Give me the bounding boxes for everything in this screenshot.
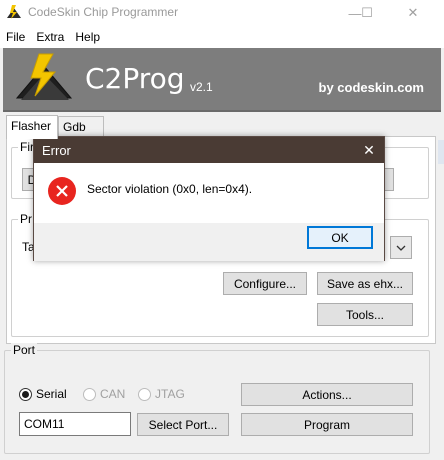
close-button[interactable]: ✕ — [398, 0, 428, 26]
banner-by-line: by codeskin.com — [318, 80, 424, 95]
dialog-footer: OK — [34, 223, 384, 261]
app-logo-icon — [7, 5, 21, 19]
dialog-close-button[interactable]: ✕ — [354, 137, 384, 163]
program-button[interactable]: Program — [241, 413, 413, 436]
radio-jtag-dot — [138, 387, 151, 401]
ok-button[interactable]: OK — [307, 226, 373, 249]
error-icon — [48, 177, 76, 205]
radio-serial-dot — [19, 387, 32, 401]
radio-jtag-label: JTAG — [155, 387, 185, 401]
banner-app-name: C2Prog — [85, 62, 185, 95]
c2prog-logo-icon — [15, 53, 73, 100]
radio-can[interactable]: CAN — [83, 387, 125, 401]
error-x-icon — [56, 185, 68, 197]
error-dialog: Error ✕ Sector violation (0x0, len=0x4).… — [33, 136, 385, 261]
programming-group-label: Pr — [18, 212, 34, 226]
actions-button[interactable]: Actions... — [241, 383, 413, 406]
close-icon: ✕ — [363, 141, 375, 158]
menu-extra[interactable]: Extra — [31, 30, 69, 44]
dialog-title-bar: Error ✕ — [34, 137, 384, 163]
app-banner: C2Prog v2.1 by codeskin.com — [3, 48, 441, 112]
tab-gdb[interactable]: Gdb — [58, 116, 104, 138]
menu-bar: File Extra Help — [0, 26, 444, 48]
window-title: CodeSkin Chip Programmer — [28, 5, 179, 19]
port-group-label: Port — [11, 343, 38, 357]
target-dropdown[interactable] — [390, 236, 412, 259]
menu-help[interactable]: Help — [70, 30, 105, 44]
radio-can-dot — [83, 387, 96, 401]
maximize-icon: ☐ — [361, 5, 373, 20]
maximize-button[interactable]: ☐ — [352, 0, 382, 26]
select-port-button[interactable]: Select Port... — [137, 413, 229, 436]
configure-button[interactable]: Configure... — [223, 272, 307, 295]
tab-flasher[interactable]: Flasher — [6, 115, 58, 139]
radio-serial-label: Serial — [36, 387, 67, 401]
com-port-field[interactable]: COM11 — [19, 412, 131, 436]
title-bar: CodeSkin Chip Programmer — ☐ ✕ — [0, 0, 444, 26]
save-ehx-button[interactable]: Save as ehx... — [317, 272, 413, 295]
banner-version: v2.1 — [190, 80, 213, 94]
radio-serial[interactable]: Serial — [19, 387, 67, 401]
dialog-body: Sector violation (0x0, len=0x4). — [34, 163, 384, 223]
port-group: Port Serial CAN JTAG Actions... COM11 Se… — [4, 343, 430, 454]
dialog-title: Error — [42, 143, 71, 158]
dialog-message: Sector violation (0x0, len=0x4). — [87, 182, 253, 196]
close-icon: ✕ — [407, 5, 419, 20]
chevron-down-icon — [396, 245, 406, 251]
tools-button[interactable]: Tools... — [317, 303, 413, 326]
menu-file[interactable]: File — [1, 30, 30, 44]
radio-jtag[interactable]: JTAG — [138, 387, 185, 401]
radio-can-label: CAN — [100, 387, 126, 401]
edge-strip — [438, 140, 444, 164]
